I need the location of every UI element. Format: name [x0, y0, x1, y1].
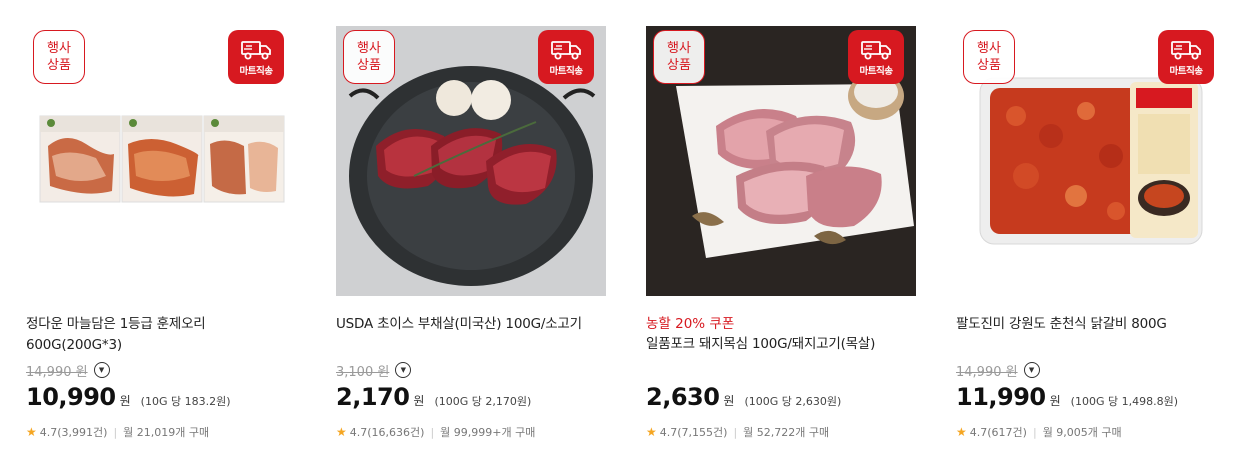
product-card[interactable]: 행사 상품 마트직송 정다운 마늘담은 1등급 훈제오리 600G(200G*3… [26, 26, 296, 456]
currency-label: 원 [119, 394, 131, 408]
product-card[interactable]: 행사 상품 마트직송 USDA 초이스 부채살(미국산) 100G/소고기 3,… [336, 26, 606, 456]
product-name[interactable]: 팔도진미 강원도 춘천식 닭갈비 800G [956, 314, 1226, 335]
product-card[interactable]: 행사 상품 마트직송 농할 20% 쿠폰 일품포크 돼지목심 100G/돼지고기… [646, 26, 916, 456]
price-row: 11,990 원 (100G 당 1,498.8원) [956, 383, 1178, 411]
price-row: 10,990 원 (10G 당 183.2원) [26, 383, 231, 411]
product-image[interactable]: 행사 상품 마트직송 [646, 26, 916, 296]
currency-label: 원 [413, 394, 425, 408]
truck-icon [861, 41, 891, 60]
product-image[interactable]: 행사 상품 마트직송 [956, 26, 1226, 296]
product-info: 농할 20% 쿠폰 일품포크 돼지목심 100G/돼지고기(목살) [646, 314, 916, 355]
unit-price: (100G 당 1,498.8원) [1070, 395, 1178, 408]
mart-direct-badge: 마트직송 [1158, 30, 1214, 84]
mart-direct-label: 마트직송 [1169, 66, 1203, 77]
event-product-badge: 행사 상품 [963, 30, 1015, 84]
event-badge-line1: 행사 [977, 41, 1001, 56]
mart-direct-label: 마트직송 [859, 66, 893, 77]
event-badge-line1: 행사 [47, 41, 71, 56]
currency-label: 원 [723, 394, 735, 408]
original-price-row: 14,990 원 ▼ [956, 360, 1040, 380]
sale-price: 11,990 [956, 383, 1046, 411]
currency-label: 원 [1049, 394, 1061, 408]
event-product-badge: 행사 상품 [33, 30, 85, 84]
sale-price: 2,170 [336, 383, 410, 411]
rating-row: ★ 4.7(7,155건) | 월 52,722개 구매 [646, 424, 829, 440]
event-badge-line2: 상품 [667, 58, 691, 73]
star-icon: ★ [336, 425, 347, 439]
event-badge-line2: 상품 [357, 58, 381, 73]
rating-text: 4.7(7,155건) [659, 426, 728, 439]
product-image[interactable]: 행사 상품 마트직송 [26, 26, 296, 296]
rating-text: 4.7(3,991건) [39, 426, 108, 439]
mart-direct-label: 마트직송 [549, 66, 583, 77]
chevron-down-icon[interactable]: ▼ [1023, 362, 1040, 378]
original-price: 3,100 원 [336, 364, 390, 380]
unit-price: (100G 당 2,170원) [434, 395, 532, 408]
chevron-down-icon[interactable]: ▼ [93, 362, 110, 378]
separator: | [113, 425, 118, 439]
truck-icon [1171, 41, 1201, 60]
mart-direct-badge: 마트직송 [538, 30, 594, 84]
price-row: 2,170 원 (100G 당 2,170원) [336, 383, 531, 411]
monthly-sales: 월 21,019개 구매 [123, 426, 210, 439]
product-grid: 행사 상품 마트직송 정다운 마늘담은 1등급 훈제오리 600G(200G*3… [0, 0, 1252, 459]
event-badge-line2: 상품 [977, 58, 1001, 73]
star-icon: ★ [956, 425, 967, 439]
chevron-down-icon[interactable]: ▼ [395, 362, 412, 378]
product-info: 정다운 마늘담은 1등급 훈제오리 600G(200G*3) [26, 314, 296, 356]
original-price: 14,990 원 [956, 364, 1018, 380]
separator: | [430, 425, 435, 439]
star-icon: ★ [26, 425, 37, 439]
product-info: 팔도진미 강원도 춘천식 닭갈비 800G [956, 314, 1226, 335]
event-product-badge: 행사 상품 [653, 30, 705, 84]
original-price: 14,990 원 [26, 364, 88, 380]
event-product-badge: 행사 상품 [343, 30, 395, 84]
star-icon: ★ [646, 425, 657, 439]
coupon-label: 농할 20% 쿠폰 [646, 316, 735, 332]
product-info: USDA 초이스 부채살(미국산) 100G/소고기 [336, 314, 606, 335]
event-badge-line2: 상품 [47, 58, 71, 73]
rating-text: 4.7(16,636건) [349, 426, 425, 439]
sale-price: 2,630 [646, 383, 720, 411]
unit-price: (100G 당 2,630원) [744, 395, 842, 408]
separator: | [1032, 425, 1037, 439]
product-image[interactable]: 행사 상품 마트직송 [336, 26, 606, 296]
rating-row: ★ 4.7(16,636건) | 월 99,999+개 구매 [336, 424, 535, 440]
unit-price: (10G 당 183.2원) [140, 395, 231, 408]
product-name[interactable]: USDA 초이스 부채살(미국산) 100G/소고기 [336, 314, 606, 335]
mart-direct-badge: 마트직송 [228, 30, 284, 84]
mart-direct-label: 마트직송 [239, 66, 273, 77]
original-price-row: 3,100 원 ▼ [336, 360, 412, 380]
separator: | [733, 425, 738, 439]
product-name[interactable]: 정다운 마늘담은 1등급 훈제오리 600G(200G*3) [26, 314, 296, 356]
monthly-sales: 월 9,005개 구매 [1042, 426, 1122, 439]
product-name[interactable]: 일품포크 돼지목심 100G/돼지고기(목살) [646, 334, 916, 355]
rating-row: ★ 4.7(617건) | 월 9,005개 구매 [956, 424, 1122, 440]
product-card[interactable]: 행사 상품 마트직송 팔도진미 강원도 춘천식 닭갈비 800G 14,990 … [956, 26, 1226, 456]
truck-icon [551, 41, 581, 60]
monthly-sales: 월 99,999+개 구매 [440, 426, 536, 439]
truck-icon [241, 41, 271, 60]
event-badge-line1: 행사 [357, 41, 381, 56]
price-row: 2,630 원 (100G 당 2,630원) [646, 383, 841, 411]
rating-text: 4.7(617건) [969, 426, 1027, 439]
rating-row: ★ 4.7(3,991건) | 월 21,019개 구매 [26, 424, 209, 440]
sale-price: 10,990 [26, 383, 116, 411]
mart-direct-badge: 마트직송 [848, 30, 904, 84]
original-price-row: 14,990 원 ▼ [26, 360, 110, 380]
event-badge-line1: 행사 [667, 41, 691, 56]
monthly-sales: 월 52,722개 구매 [743, 426, 830, 439]
